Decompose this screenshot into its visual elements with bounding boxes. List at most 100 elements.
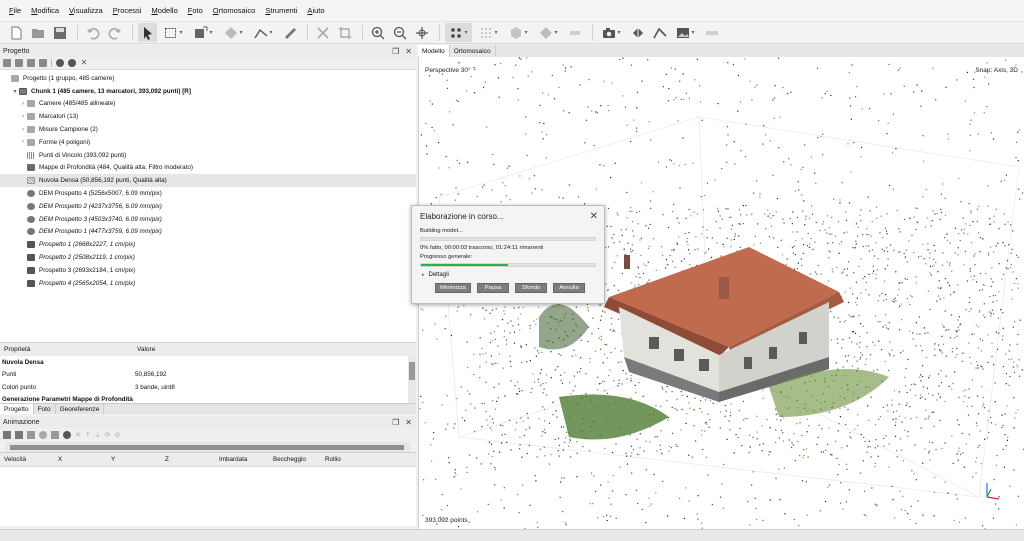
add-marker-icon[interactable] <box>39 59 47 67</box>
open-folder-icon[interactable] <box>28 23 47 42</box>
animation-column-header[interactable]: Velocità <box>0 456 54 463</box>
show-images-icon[interactable]: ▾ <box>672 23 699 42</box>
move-down-icon[interactable]: ⇣ <box>95 431 101 439</box>
tree-item[interactable]: DEM Prospetto 4 (5256x5007, 6.09 mm/pix) <box>0 187 416 200</box>
minimize-button[interactable]: Minimizza <box>435 283 471 293</box>
tab-ortomosaico[interactable]: Ortomosaico <box>450 45 496 57</box>
show-markers-icon[interactable] <box>628 23 647 42</box>
float-panel-icon[interactable]: ❐ <box>392 418 399 427</box>
close-panel-icon[interactable]: ✕ <box>405 47 412 56</box>
enable-icon[interactable] <box>56 59 64 67</box>
tree-item[interactable]: DEM Prospetto 2 (4237x3756, 6.09 mm/pix) <box>0 200 416 213</box>
menu-visualizza[interactable]: Visualizza <box>64 6 108 15</box>
cancel-button[interactable]: Annulla <box>553 283 585 293</box>
tree-item[interactable]: › Marcatori (13) <box>0 110 416 123</box>
tree-item[interactable]: Nuvola Densa (50,856,192 punti, Qualità … <box>0 174 416 188</box>
tree-item[interactable]: Progetto (1 gruppo, 485 camere) <box>0 72 416 85</box>
property-row[interactable]: Generazione Parametri Mappe di Profondit… <box>0 394 416 407</box>
gear-icon[interactable] <box>63 431 71 439</box>
timeline-track[interactable] <box>10 445 404 450</box>
tree-item[interactable]: Punti di Vincolo (393,092 punti) <box>0 149 416 162</box>
add-photos-icon[interactable] <box>15 59 23 67</box>
property-column-header[interactable]: Proprietà <box>0 346 133 353</box>
property-row[interactable]: Nuvola Densa <box>0 356 416 369</box>
save-icon[interactable] <box>50 23 69 42</box>
tab-modello[interactable]: Modello <box>418 45 450 57</box>
tiled-model-icon[interactable]: ▾ <box>535 23 562 42</box>
tree-item[interactable]: ▾ Chunk 1 (485 camere, 13 marcatori, 393,… <box>0 85 416 98</box>
point-cloud-view-icon[interactable]: ▾ <box>445 23 472 42</box>
background-button[interactable]: Sfondo <box>515 283 547 293</box>
expand-arrow-icon[interactable]: › <box>19 101 27 107</box>
remove-keyframe-icon[interactable]: ✕ <box>75 431 81 439</box>
play-icon[interactable]: ⟳ <box>105 431 111 439</box>
tree-item[interactable]: Mappe di Profondità (484, Qualità alta, … <box>0 162 416 175</box>
rotate-object-icon[interactable]: ▾ <box>220 23 247 42</box>
tree-item[interactable]: DEM Prospetto 3 (4503x3740, 6.09 mm/pix) <box>0 213 416 226</box>
menu-aiuto[interactable]: Aiuto <box>302 6 329 15</box>
resize-region-icon[interactable]: ▾ <box>190 23 217 42</box>
menu-file[interactable]: File <box>4 6 26 15</box>
tree-item[interactable]: › Camere (485/485 allineate) <box>0 98 416 111</box>
close-panel-icon[interactable]: ✕ <box>405 418 412 427</box>
menu-modifica[interactable]: Modifica <box>26 6 64 15</box>
ruler-icon[interactable] <box>280 23 299 42</box>
value-column-header[interactable]: Valore <box>133 346 155 353</box>
float-panel-icon[interactable]: ❐ <box>392 47 399 56</box>
move-up-icon[interactable]: ⇡ <box>85 431 91 439</box>
delete-selection-icon[interactable] <box>313 23 332 42</box>
zoom-in-icon[interactable] <box>368 23 387 42</box>
animation-timeline-slider[interactable] <box>6 442 410 452</box>
save-track-icon[interactable] <box>27 431 35 439</box>
animation-column-header[interactable]: X <box>54 456 107 463</box>
tree-item[interactable]: Prospetto 4 (2565x2054, 1 cm/pix) <box>0 277 416 290</box>
details-toggle[interactable]: ▸ Dettagli <box>412 269 604 280</box>
menu-foto[interactable]: Foto <box>183 6 208 15</box>
record-icon[interactable] <box>39 431 47 439</box>
model-view-icon[interactable]: ▾ <box>505 23 532 42</box>
open-track-icon[interactable] <box>15 431 23 439</box>
tree-item[interactable]: DEM Prospetto 1 (4477x3759, 6.09 mm/pix) <box>0 226 416 239</box>
new-track-icon[interactable] <box>3 431 11 439</box>
expand-arrow-icon[interactable]: ▸ <box>422 272 425 278</box>
expand-arrow-icon[interactable]: › <box>19 114 27 120</box>
animation-column-header[interactable]: Rollio <box>321 456 361 463</box>
menu-strumenti[interactable]: Strumenti <box>260 6 302 15</box>
property-row[interactable]: Punti 50,856,192 <box>0 369 416 382</box>
properties-scrollbar[interactable] <box>408 356 416 403</box>
tree-item[interactable]: › Misure Campione (2) <box>0 123 416 136</box>
undo-icon[interactable] <box>83 23 102 42</box>
property-row[interactable]: Colori punto 3 bande, uint8 <box>0 381 416 394</box>
show-shapes-icon[interactable] <box>650 23 669 42</box>
pause-button[interactable]: Pausa <box>477 283 509 293</box>
animation-column-header[interactable]: Y <box>107 456 161 463</box>
menu-modello[interactable]: Modello <box>146 6 182 15</box>
crop-selection-icon[interactable] <box>335 23 354 42</box>
new-document-icon[interactable] <box>6 23 25 42</box>
draw-polyline-icon[interactable]: ▾ <box>250 23 277 42</box>
close-icon[interactable]: ✕ <box>590 211 598 222</box>
menu-ortomosaico[interactable]: Ortomosaico <box>208 6 261 15</box>
dem-view-icon[interactable] <box>565 23 584 42</box>
disable-icon[interactable] <box>68 59 76 67</box>
menu-processi[interactable]: Processi <box>108 6 147 15</box>
scrollbar-thumb[interactable] <box>409 362 415 380</box>
details-label[interactable]: Dettagli <box>429 272 449 278</box>
animation-column-header[interactable]: Beccheggio <box>269 456 321 463</box>
move-view-icon[interactable] <box>412 23 431 42</box>
pointer-icon[interactable] <box>138 23 157 42</box>
tree-item[interactable]: › Forme (4 poligoni) <box>0 136 416 149</box>
dense-cloud-view-icon[interactable]: ▾ <box>475 23 502 42</box>
add-chunk-icon[interactable] <box>3 59 11 67</box>
camera-icon[interactable]: ▾ <box>598 23 625 42</box>
tree-item[interactable]: Prospetto 2 (2508x2119, 1 cm/pix) <box>0 251 416 264</box>
rectangle-selection-icon[interactable]: ▾ <box>160 23 187 42</box>
animation-column-header[interactable]: Imbardata <box>215 456 269 463</box>
animation-column-header[interactable]: Z <box>161 456 215 463</box>
expand-arrow-icon[interactable]: › <box>19 127 27 133</box>
region-icon[interactable] <box>702 23 721 42</box>
expand-arrow-icon[interactable]: ▾ <box>11 88 19 95</box>
add-folder-icon[interactable] <box>27 59 35 67</box>
expand-arrow-icon[interactable]: › <box>19 139 27 145</box>
remove-item-icon[interactable]: ✕ <box>80 59 88 67</box>
